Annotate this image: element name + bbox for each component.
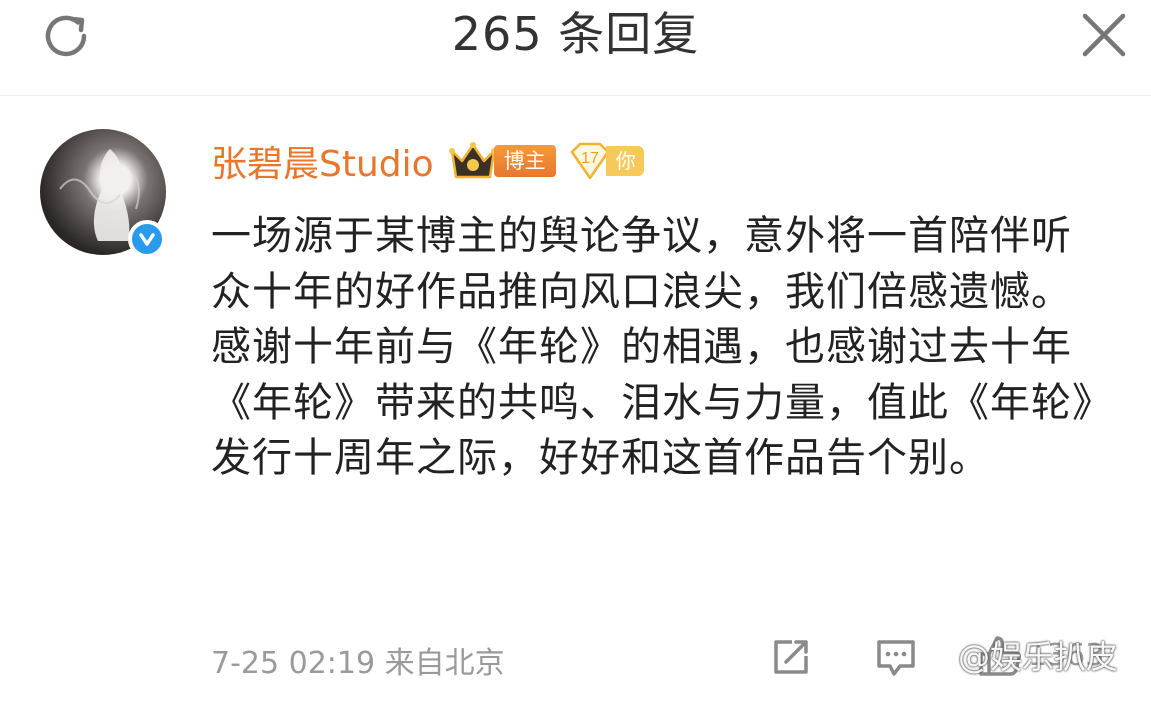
fan-level: 17: [581, 150, 599, 167]
role-badge: 博主: [493, 145, 556, 177]
reply-icon[interactable]: [874, 636, 918, 680]
watermark: @娱乐扒皮: [958, 638, 1119, 676]
fan-label: 你: [605, 146, 644, 176]
page-title: 265 条回复: [451, 7, 700, 61]
comment-meta: 7-25 02:19 来自北京: [211, 646, 505, 681]
crown-icon: [448, 142, 497, 179]
comment-item: 张碧晨Studio 博主 17 你 一场源于某博主的舆论争议，意外将一首陪伴听众…: [0, 96, 1151, 709]
comment-text: 一场源于某博主的舆论争议，意外将一首陪伴听众十年的好作品推向风口浪尖，我们倍感遗…: [211, 213, 1093, 481]
close-icon[interactable]: [1077, 8, 1131, 62]
fan-badge: 17 你: [568, 142, 644, 180]
share-icon[interactable]: [770, 636, 812, 678]
verified-icon: [128, 220, 166, 258]
user-row: 张碧晨Studio 博主 17 你: [211, 136, 644, 186]
username[interactable]: 张碧晨Studio: [211, 135, 434, 187]
header: 265 条回复: [0, 0, 1151, 96]
